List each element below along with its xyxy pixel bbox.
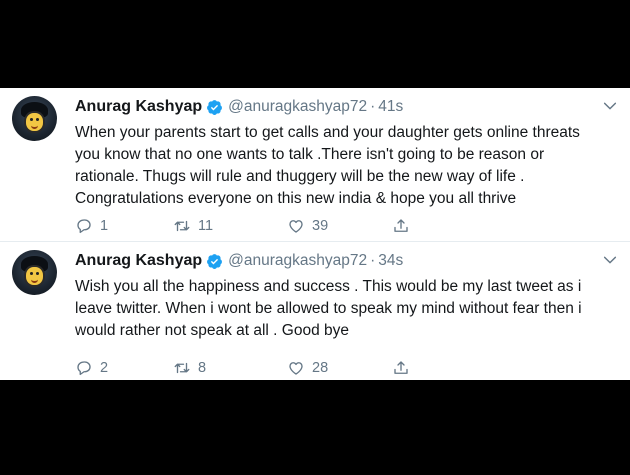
tweet-panel: Anurag Kashyap @anuragkashyap72 · 41s Wh… <box>0 88 630 380</box>
like-icon <box>289 220 303 233</box>
tweet-text-line: Wish you all the happiness and success .… <box>75 278 582 295</box>
chevron-down-icon[interactable] <box>602 252 618 268</box>
tweet-text: When your parents start to get calls and… <box>75 122 620 210</box>
like-icon <box>289 362 303 375</box>
like-button[interactable]: 39 <box>287 216 328 236</box>
share-icon <box>394 361 408 374</box>
retweet-icon <box>174 220 190 232</box>
tweet-header: Anurag Kashyap @anuragkashyap72 · 41s <box>75 96 403 118</box>
share-button[interactable] <box>392 358 410 378</box>
tweet-text-line: When your parents start to get calls and… <box>75 124 580 141</box>
verified-badge-icon <box>207 99 223 115</box>
timestamp[interactable]: 34s <box>378 252 403 270</box>
reply-icon <box>77 219 91 234</box>
avatar[interactable] <box>12 96 57 141</box>
tweet-text-line: Congratulations everyone on this new ind… <box>75 190 517 207</box>
tweet-header: Anurag Kashyap @anuragkashyap72 · 34s <box>75 250 403 272</box>
reply-button[interactable]: 2 <box>75 358 108 378</box>
separator: · <box>370 98 376 115</box>
like-count: 39 <box>312 218 329 234</box>
separator: · <box>370 252 376 269</box>
reply-icon <box>77 361 91 376</box>
reply-button[interactable]: 1 <box>75 216 108 236</box>
reply-count: 2 <box>100 360 109 376</box>
reply-count: 1 <box>100 218 109 234</box>
like-button[interactable]: 28 <box>287 358 328 378</box>
tweet-text: Wish you all the happiness and success .… <box>75 276 620 342</box>
tweet[interactable]: Anurag Kashyap @anuragkashyap72 · 34s Wi… <box>0 241 630 381</box>
verified-badge-icon <box>207 253 223 269</box>
retweet-count: 8 <box>198 360 207 376</box>
avatar[interactable] <box>12 250 57 295</box>
author-name[interactable]: Anurag Kashyap <box>75 98 202 116</box>
tweet-text-line: you know that no one wants to talk .Ther… <box>75 146 545 163</box>
author-handle[interactable]: @anuragkashyap72 <box>228 98 367 116</box>
share-button[interactable] <box>392 216 410 236</box>
author-name[interactable]: Anurag Kashyap <box>75 252 202 270</box>
tweet-text-line: rationale. Thugs will rule and thuggery … <box>75 168 525 185</box>
chevron-down-icon[interactable] <box>602 98 618 114</box>
tweet-text-line: would rather not speak at all . Good bye <box>75 322 349 339</box>
tweet[interactable]: Anurag Kashyap @anuragkashyap72 · 41s Wh… <box>0 88 630 241</box>
like-count: 28 <box>312 360 329 376</box>
tweet-text-line: leave twitter. When i wont be allowed to… <box>75 300 582 317</box>
author-handle[interactable]: @anuragkashyap72 <box>228 252 367 270</box>
retweet-icon <box>174 362 190 374</box>
retweet-button[interactable]: 8 <box>173 358 206 378</box>
retweet-count: 11 <box>198 218 214 234</box>
retweet-button[interactable]: 11 <box>173 216 213 236</box>
timestamp[interactable]: 41s <box>378 98 403 116</box>
share-icon <box>394 219 408 232</box>
